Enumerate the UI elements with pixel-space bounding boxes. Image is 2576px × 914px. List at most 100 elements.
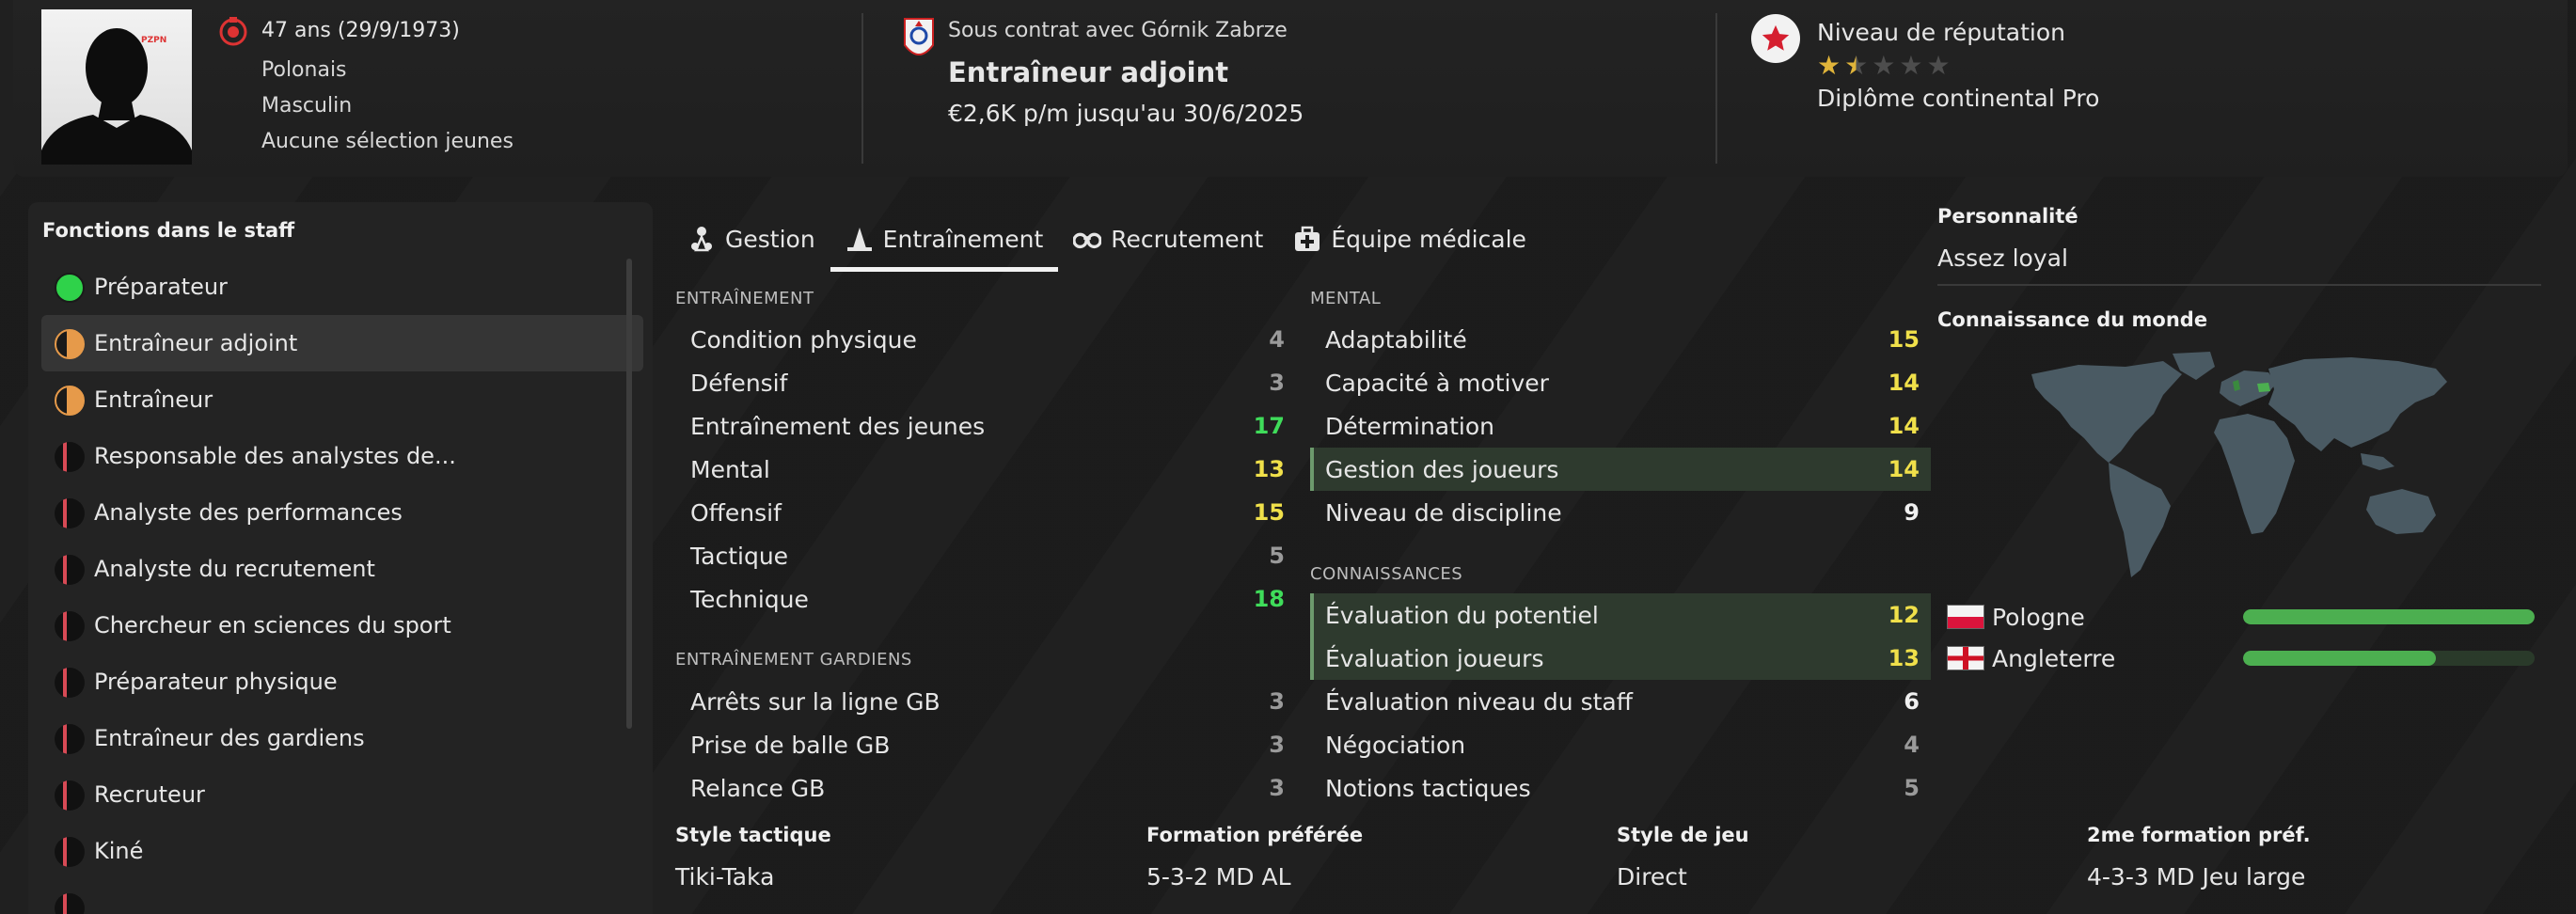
role-item[interactable]: Préparateur physique (41, 654, 643, 710)
role-suitability-dot (55, 724, 85, 754)
attribute-row[interactable]: Capacité à motiver 14 (1310, 361, 1931, 404)
staff-avatar (41, 9, 192, 165)
attribute-name: Évaluation du potentiel (1325, 601, 1599, 629)
role-item[interactable]: Responsable des analystes de... (41, 428, 643, 484)
attribute-row[interactable]: Évaluation du potentiel 12 (1310, 593, 1931, 637)
knowledge-attributes: Évaluation du potentiel 12 Évaluation jou… (1310, 593, 1931, 810)
playing-style-value: Direct (1617, 863, 1687, 890)
personality-value: Assez loyal (1937, 244, 2068, 272)
section-heading-training: ENTRAÎNEMENT (675, 289, 814, 308)
attribute-row[interactable]: Condition physique 4 (675, 318, 1296, 361)
attribute-row[interactable]: Détermination 14 (1310, 404, 1931, 448)
attribute-value: 4 (1269, 326, 1285, 353)
star-icon: ★ (1844, 50, 1869, 81)
attribute-row[interactable]: Technique 18 (675, 577, 1296, 621)
role-suitability-dot (55, 611, 85, 641)
star-icon: ★ (1872, 50, 1896, 81)
attribute-value: 18 (1253, 586, 1285, 612)
staff-role-title: Entraîneur adjoint (948, 56, 1229, 88)
star-icon: ★ (1926, 50, 1951, 81)
tab-equipe-medicale[interactable]: Équipe médicale (1278, 212, 1541, 266)
attribute-value: 4 (1904, 732, 1920, 758)
star-icon: ★ (1817, 50, 1841, 81)
role-suitability-dot (55, 837, 85, 867)
attribute-row[interactable]: Relance GB 3 (675, 766, 1296, 810)
contract-text: Sous contrat avec Górnik Zabrze (948, 19, 1288, 42)
role-label: Recruteur (94, 781, 205, 808)
second-formation-label: 2me formation préf. (2087, 824, 2311, 846)
attribute-row[interactable]: Mental 13 (675, 448, 1296, 491)
attribute-name: Évaluation niveau du staff (1325, 687, 1633, 716)
attribute-value: 3 (1269, 688, 1285, 715)
role-item[interactable]: Préparateur (41, 259, 643, 315)
map-country-poland (2257, 383, 2270, 392)
staff-header: PZPN 47 ans (29/9/1973) Polonais Masculi… (13, 0, 2568, 177)
star-icon (1762, 24, 1790, 51)
attribute-name: Adaptabilité (1325, 325, 1467, 354)
attribute-row[interactable]: Adaptabilité 15 (1310, 318, 1931, 361)
attribute-row[interactable]: Niveau de discipline 9 (1310, 491, 1931, 534)
role-label: Kiné (94, 838, 144, 864)
attribute-row[interactable]: Défensif 3 (675, 361, 1296, 404)
mental-attributes: Adaptabilité 15 Capacité à motiver 14 Déte… (1310, 318, 1931, 534)
role-item[interactable]: Entraîneur des gardiens (41, 710, 643, 766)
staff-age: 47 ans (29/9/1973) (261, 19, 460, 42)
staff-gender: Masculin (261, 94, 353, 118)
tab-entrainement[interactable]: Entraînement (830, 212, 1059, 272)
role-item[interactable]: Entraîneur adjoint (41, 315, 643, 371)
staff-license: Diplôme continental Pro (1817, 85, 2100, 112)
world-map[interactable] (2022, 348, 2455, 583)
attribute-row[interactable]: Gestion des joueurs 14 (1310, 448, 1931, 491)
roles-scrollbar[interactable] (626, 259, 632, 729)
attribute-row[interactable]: Évaluation joueurs 13 (1310, 637, 1931, 680)
staff-wage: €2,6K p/m jusqu'au 30/6/2025 (948, 100, 1304, 127)
role-label: Responsable des analystes de... (94, 443, 456, 469)
attribute-name: Détermination (1325, 412, 1495, 440)
attribute-row[interactable]: Entraînement des jeunes 17 (675, 404, 1296, 448)
club-badge-icon[interactable] (903, 17, 935, 66)
attribute-value: 14 (1888, 370, 1920, 396)
role-label: Analyste des performances (94, 499, 403, 526)
country-knowledge-row[interactable]: Pologne (1947, 598, 2549, 636)
country-knowledge-row[interactable]: Angleterre (1947, 639, 2549, 677)
role-item[interactable]: Entraîneur (41, 371, 643, 428)
attribute-name: Mental (690, 455, 770, 483)
attribute-row[interactable]: Offensif 15 (675, 491, 1296, 534)
training-attributes: Condition physique 4 Défensif 3 Entraîneme… (675, 318, 1296, 621)
tab-recrutement[interactable]: Recrutement (1058, 212, 1278, 266)
role-item[interactable]: Analyste des performances (41, 484, 643, 541)
role-suitability-dot (55, 498, 85, 528)
role-suitability-dot (55, 273, 85, 303)
tab-label: Recrutement (1111, 225, 1264, 253)
reputation-label: Niveau de réputation (1817, 19, 2065, 46)
attribute-row[interactable]: Notions tactiques 5 (1310, 766, 1931, 810)
role-label: Chercheur en sciences du sport (94, 612, 451, 638)
attribute-value: 5 (1269, 543, 1285, 569)
role-item[interactable] (41, 879, 643, 914)
attribute-value: 5 (1904, 775, 1920, 801)
tab-label: Gestion (725, 225, 815, 253)
tab-gestion[interactable]: Gestion (672, 212, 830, 266)
role-item[interactable]: Analyste du recrutement (41, 541, 643, 597)
attribute-value: 14 (1888, 413, 1920, 439)
attribute-row[interactable]: Arrêts sur la ligne GB 3 (675, 680, 1296, 723)
role-label: Préparateur physique (94, 669, 338, 695)
attribute-value: 12 (1888, 602, 1920, 628)
attribute-row[interactable]: Prise de balle GB 3 (675, 723, 1296, 766)
role-item[interactable]: Kiné (41, 823, 643, 879)
attribute-row[interactable]: Négociation 4 (1310, 723, 1931, 766)
staff-nationality: Polonais (261, 58, 347, 82)
attribute-row[interactable]: Tactique 5 (675, 534, 1296, 577)
attribute-value: 14 (1888, 456, 1920, 482)
role-suitability-dot (55, 386, 85, 416)
section-heading-goalkeeping: ENTRAÎNEMENT GARDIENS (675, 650, 912, 670)
attribute-name: Gestion des joueurs (1325, 455, 1559, 483)
attribute-name: Offensif (690, 498, 782, 527)
role-item[interactable]: Chercheur en sciences du sport (41, 597, 643, 654)
poland-flag-icon (1947, 605, 1984, 629)
role-item[interactable]: Recruteur (41, 766, 643, 823)
attribute-name: Négociation (1325, 731, 1466, 759)
attribute-row[interactable]: Évaluation niveau du staff 6 (1310, 680, 1931, 723)
attribute-value: 3 (1269, 370, 1285, 396)
preferred-formation-label: Formation préférée (1146, 824, 1364, 846)
